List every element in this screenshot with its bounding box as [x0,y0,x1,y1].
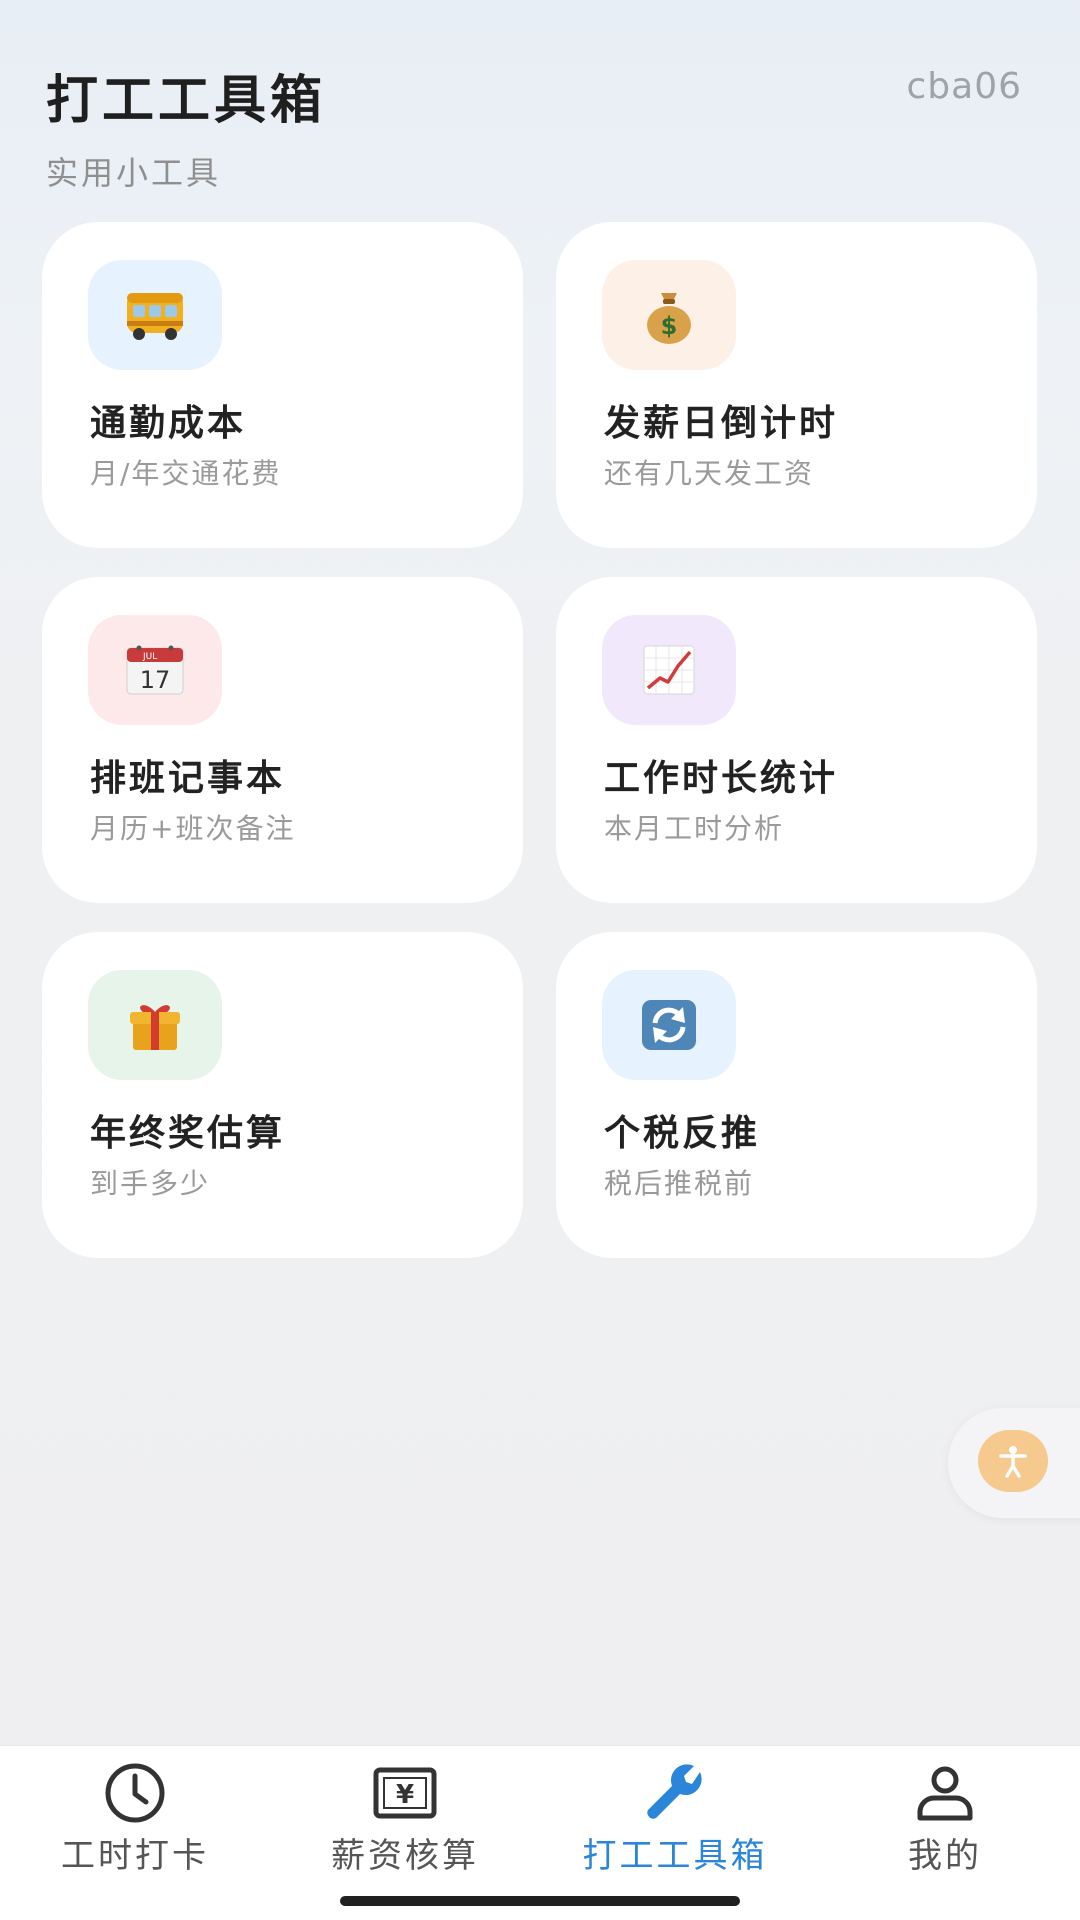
tool-card-tax-reverse[interactable]: 个税反推 税后推税前 [556,932,1037,1258]
user-icon [917,1766,973,1821]
tool-name: 排班记事本 [90,758,286,799]
tool-desc: 还有几天发工资 [604,457,815,490]
tool-name: 个税反推 [604,1113,761,1154]
tab-profile[interactable]: 我的 [810,1746,1080,1886]
clock-icon [105,1763,165,1823]
tool-name: 工作时长统计 [604,758,839,799]
tool-desc: 月/年交通花费 [90,457,282,490]
tool-desc: 税后推税前 [604,1167,755,1200]
tool-name: 年终奖估算 [90,1113,286,1154]
tool-desc: 月历+班次备注 [90,812,296,845]
page-subtitle: 实用小工具 [46,154,222,192]
tool-name: 通勤成本 [90,403,247,444]
gift-icon [88,970,222,1080]
calendar-month: JUL [142,652,157,662]
money-bag-icon: $ [602,260,736,370]
accessibility-icon [999,1446,1027,1478]
tool-card-shift-notebook[interactable]: JUL 17 排班记事本 月历+班次备注 [42,577,523,903]
tool-desc: 到手多少 [90,1167,211,1200]
wrench-icon [647,1764,702,1819]
calendar-day: 17 [140,666,171,694]
tab-salary[interactable]: ¥ 薪资核算 [270,1746,540,1886]
bus-icon [88,260,222,370]
tool-desc: 本月工时分析 [604,812,785,845]
yen-bill-icon: ¥ [373,1767,437,1819]
refresh-arrows-icon [602,970,736,1080]
chart-increasing-icon [602,615,736,725]
tool-card-work-hours-stats[interactable]: 工作时长统计 本月工时分析 [556,577,1037,903]
bottom-tab-bar: 工时打卡 ¥ 薪资核算 打工工具箱 我的 [0,1745,1080,1920]
tool-card-bonus-estimate[interactable]: 年终奖估算 到手多少 [42,932,523,1258]
calendar-icon: JUL 17 [88,615,222,725]
user-id-label: cba06 [906,66,1022,107]
tab-label: 工时打卡 [61,1836,209,1876]
tool-card-commute-cost[interactable]: 通勤成本 月/年交通花费 [42,222,523,548]
tab-label: 我的 [908,1836,982,1876]
tab-label: 打工工具箱 [582,1836,768,1876]
page-header: 打工工具箱 实用小工具 cba06 [46,58,1034,192]
floating-accessibility-dock [948,1408,1080,1518]
home-indicator [340,1896,740,1906]
tool-name: 发薪日倒计时 [604,403,839,444]
tool-card-payday-countdown[interactable]: $ 发薪日倒计时 还有几天发工资 [556,222,1037,548]
tab-label: 薪资核算 [331,1836,479,1876]
page-title: 打工工具箱 [46,71,327,131]
svg-text:¥: ¥ [396,1780,414,1810]
accessibility-button[interactable] [978,1430,1048,1492]
svg-text:$: $ [661,312,678,340]
tab-clock-in[interactable]: 工时打卡 [0,1746,270,1886]
tab-toolbox[interactable]: 打工工具箱 [540,1746,810,1886]
